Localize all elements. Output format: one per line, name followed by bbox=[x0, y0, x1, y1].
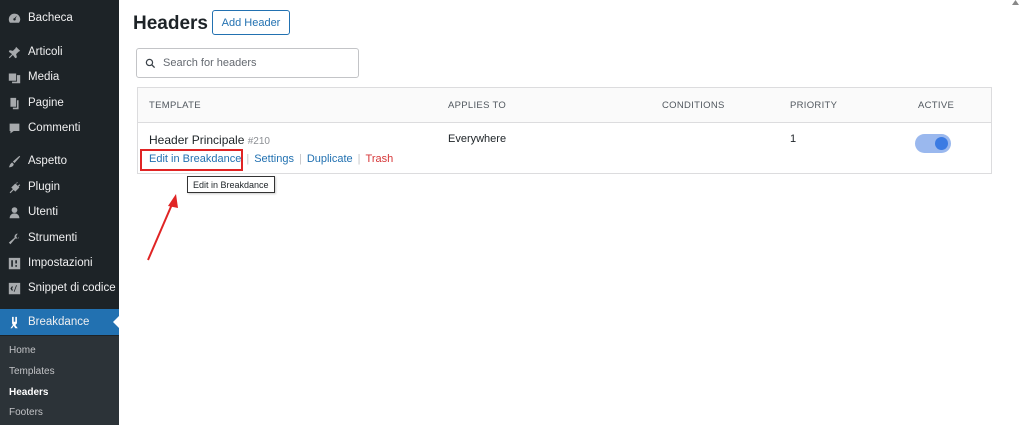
action-separator: | bbox=[246, 153, 250, 165]
sidebar-item-label: Aspetto bbox=[28, 155, 67, 167]
applies-to-value: Everywhere bbox=[448, 133, 507, 145]
sidebar-item-commenti[interactable]: Commenti bbox=[0, 116, 119, 140]
column-header-active: ACTIVE bbox=[918, 100, 955, 111]
comments-icon bbox=[7, 121, 21, 135]
sidebar-item-label: Snippet di codice bbox=[28, 282, 116, 294]
sidebar-item-label: Articoli bbox=[28, 46, 63, 58]
sidebar-item-strumenti[interactable]: Strumenti bbox=[0, 226, 119, 250]
search-box bbox=[136, 48, 359, 78]
action-separator: | bbox=[357, 153, 361, 165]
admin-sidebar: Bacheca Articoli Media Pagine Commenti A… bbox=[0, 0, 119, 425]
table-header: TEMPLATE APPLIES TO CONDITIONS PRIORITY … bbox=[138, 88, 991, 123]
pages-icon bbox=[7, 96, 21, 110]
breakdance-submenu: Home Templates Headers Footers bbox=[0, 336, 119, 425]
scroll-up-icon[interactable] bbox=[1012, 0, 1019, 5]
users-icon bbox=[7, 205, 21, 219]
code-snippet-icon bbox=[7, 281, 21, 295]
priority-value: 1 bbox=[790, 133, 797, 145]
annotation-highlight-box bbox=[140, 149, 243, 171]
submenu-item-home[interactable]: Home bbox=[9, 345, 36, 356]
sidebar-item-aspetto[interactable]: Aspetto bbox=[0, 149, 119, 173]
settings-icon bbox=[7, 256, 21, 270]
active-menu-arrow bbox=[113, 316, 119, 328]
toggle-knob bbox=[935, 137, 948, 150]
settings-link[interactable]: Settings bbox=[254, 153, 294, 165]
column-header-applies-to: APPLIES TO bbox=[448, 100, 507, 111]
tooltip: Edit in Breakdance bbox=[187, 176, 275, 193]
duplicate-link[interactable]: Duplicate bbox=[307, 153, 353, 165]
sidebar-item-media[interactable]: Media bbox=[0, 65, 119, 89]
pin-icon bbox=[7, 45, 21, 59]
sidebar-item-label: Pagine bbox=[28, 97, 64, 109]
tools-icon bbox=[7, 231, 21, 245]
template-title: Header Principale bbox=[149, 133, 245, 147]
sidebar-item-snippet-di-codice[interactable]: Snippet di codice bbox=[0, 276, 119, 300]
sidebar-item-label: Impostazioni bbox=[28, 257, 93, 269]
sidebar-item-bacheca[interactable]: Bacheca bbox=[0, 6, 119, 30]
submenu-item-footers[interactable]: Footers bbox=[9, 407, 43, 418]
template-name: Header Principale #210 bbox=[149, 133, 270, 147]
appearance-icon bbox=[7, 154, 21, 168]
sidebar-item-label: Breakdance bbox=[28, 316, 90, 328]
trash-link[interactable]: Trash bbox=[366, 153, 394, 165]
breakdance-icon bbox=[7, 315, 21, 329]
column-header-priority: PRIORITY bbox=[790, 100, 838, 111]
sidebar-item-articoli[interactable]: Articoli bbox=[0, 40, 119, 64]
plugin-icon bbox=[7, 180, 21, 194]
sidebar-item-label: Media bbox=[28, 71, 60, 83]
sidebar-item-utenti[interactable]: Utenti bbox=[0, 200, 119, 224]
page-title: Headers bbox=[133, 13, 208, 34]
submenu-item-headers[interactable]: Headers bbox=[9, 387, 48, 398]
sidebar-item-pagine[interactable]: Pagine bbox=[0, 91, 119, 115]
column-header-template: TEMPLATE bbox=[149, 100, 201, 111]
sidebar-item-impostazioni[interactable]: Impostazioni bbox=[0, 251, 119, 275]
submenu-item-templates[interactable]: Templates bbox=[9, 366, 55, 377]
dashboard-icon bbox=[7, 11, 21, 25]
add-header-button[interactable]: Add Header bbox=[212, 10, 290, 35]
sidebar-item-breakdance[interactable]: Breakdance bbox=[0, 309, 119, 335]
sidebar-item-label: Utenti bbox=[28, 206, 59, 218]
action-separator: | bbox=[298, 153, 302, 165]
sidebar-item-label: Strumenti bbox=[28, 232, 78, 244]
sidebar-item-label: Plugin bbox=[28, 181, 60, 193]
headers-table: TEMPLATE APPLIES TO CONDITIONS PRIORITY … bbox=[137, 87, 992, 174]
template-id: #210 bbox=[247, 136, 270, 147]
column-header-conditions: CONDITIONS bbox=[662, 100, 725, 111]
sidebar-item-label: Bacheca bbox=[28, 12, 73, 24]
annotation-arrow bbox=[147, 194, 178, 261]
search-input[interactable] bbox=[163, 57, 343, 69]
active-toggle[interactable] bbox=[915, 134, 951, 153]
search-icon bbox=[145, 58, 156, 68]
sidebar-item-plugin[interactable]: Plugin bbox=[0, 175, 119, 199]
media-icon bbox=[7, 70, 21, 84]
sidebar-item-label: Commenti bbox=[28, 122, 81, 134]
